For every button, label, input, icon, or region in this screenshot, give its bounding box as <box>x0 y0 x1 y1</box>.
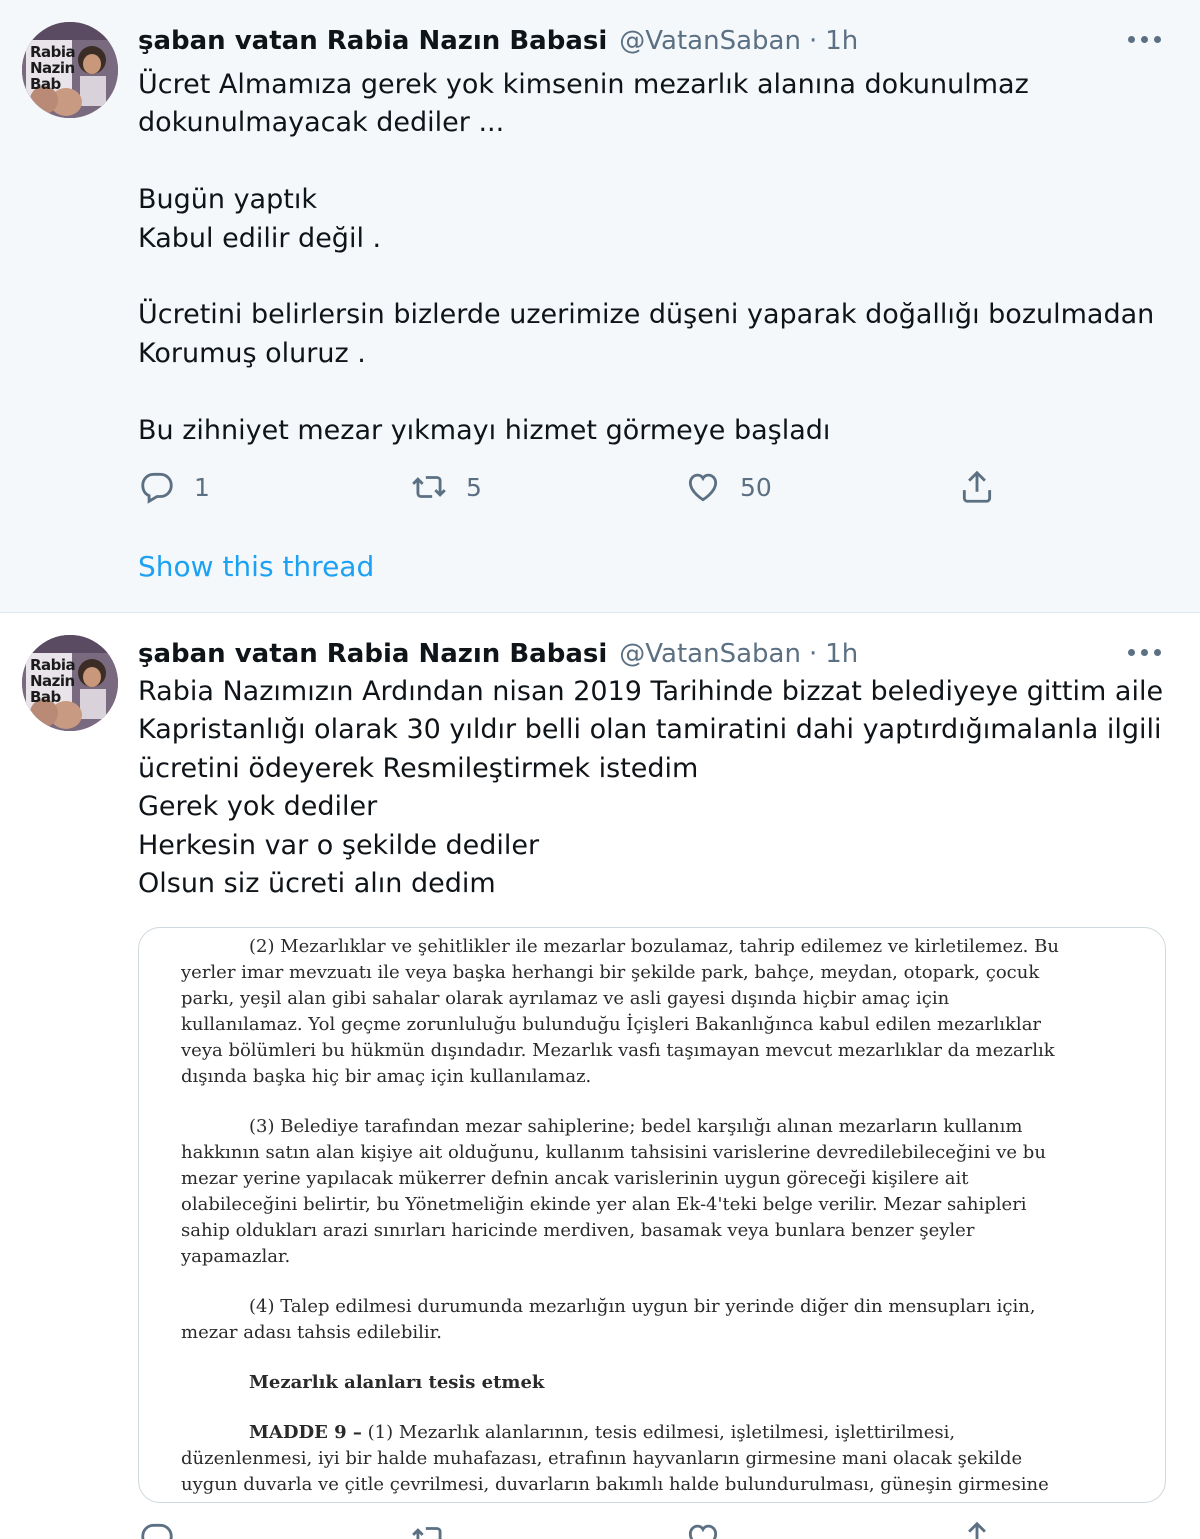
tweet-actions: 1 5 50 <box>138 466 1038 508</box>
document-line: (4) Talep edilmesi durumunda mezarlığın … <box>249 1296 1036 1317</box>
timestamp[interactable]: 1h <box>825 26 858 56</box>
document-heading: Mezarlık alanları tesis etmek <box>249 1372 545 1393</box>
reply-button[interactable]: 1 <box>138 466 210 508</box>
tweet-text-line: Olsun siz ücreti alın dedim <box>138 868 496 900</box>
avatar-caption-line: Rabia <box>30 43 76 61</box>
reply-button[interactable] <box>138 1519 176 1539</box>
tweet[interactable]: Rabia Nazin Bab şaban vatan Rabia Nazın … <box>0 0 1200 612</box>
document-line: mezar yerine yapılacak mükerrer defnin a… <box>181 1168 969 1189</box>
tweet-text-line: Kapristanlığı olarak 30 yıldır belli ola… <box>138 714 1162 746</box>
header-separator: · <box>808 639 818 669</box>
like-icon <box>688 473 718 502</box>
tweet-actions <box>138 1519 1038 1539</box>
share-icon <box>968 1521 986 1539</box>
document-line: sahip oldukları arazi sınırları haricind… <box>181 1220 975 1241</box>
avatar[interactable]: Rabia Nazin Bab <box>22 635 118 731</box>
retweet-icon <box>412 1527 442 1539</box>
avatar-caption-line: Bab <box>30 75 61 93</box>
show-thread-link[interactable]: Show this thread <box>138 550 374 583</box>
document-line: yerler imar mevzuatı ile veya başka herh… <box>181 962 1040 983</box>
retweet-button[interactable]: 5 <box>410 466 482 508</box>
avatar-caption-line: Bab <box>30 688 61 706</box>
article-label: MADDE 9 – <box>249 1422 362 1443</box>
tweet-header: şaban vatan Rabia Nazın Babasi @VatanSab… <box>138 639 858 675</box>
document-line: parkı, yeşil alan gibi sahalar olarak ay… <box>181 988 950 1009</box>
document-line: düzenlenmesi, iyi bir halde muhafazası, … <box>181 1448 1023 1469</box>
author-handle[interactable]: @VatanSaban <box>619 26 801 56</box>
document-line: dışında başka hiç bir amaç için kullanıl… <box>181 1066 592 1087</box>
retweet-icon <box>412 476 446 498</box>
tweet-header: şaban vatan Rabia Nazın Babasi @VatanSab… <box>138 26 858 62</box>
document-text: (2) Mezarlıklar ve şehitlikler ile mezar… <box>181 934 1111 1498</box>
avatar-caption-line: Rabia <box>30 656 76 674</box>
share-button[interactable] <box>958 466 996 508</box>
document-line: (2) Mezarlıklar ve şehitlikler ile mezar… <box>249 936 1059 957</box>
tweet[interactable]: Rabia Nazin Bab şaban vatan Rabia Nazın … <box>0 613 1200 1539</box>
like-button[interactable]: 50 <box>684 466 772 508</box>
tweet-text-line: Gerek yok dediler <box>138 791 378 823</box>
avatar-caption: Rabia Nazin Bab <box>30 44 80 92</box>
like-button[interactable] <box>684 1519 722 1539</box>
retweet-button[interactable] <box>410 1519 448 1539</box>
more-icon[interactable] <box>1128 647 1162 659</box>
document-line: veya bölümleri bu hükmün dışındadır. Mez… <box>181 1040 1055 1061</box>
avatar-caption-line: Nazin <box>30 59 75 77</box>
reply-icon <box>141 472 173 504</box>
timestamp[interactable]: 1h <box>825 639 858 669</box>
tweet-text-line: Bu zihniyet mezar yıkmayı hizmet görmeye… <box>138 414 831 446</box>
like-count: 50 <box>740 472 772 502</box>
document-line: kullanılamaz. Yol geçme zorunluluğu bulu… <box>181 1014 1042 1035</box>
tweet-text: Rabia Nazımızın Ardından nisan 2019 Tari… <box>138 673 1178 903</box>
document-line: uygun duvarla ve çitle çevrilmesi, duvar… <box>181 1474 1049 1495</box>
tweet-text: Ücret Almamıza gerek yok kimsenin mezarl… <box>138 66 1178 450</box>
author-name[interactable]: şaban vatan Rabia Nazın Babasi <box>138 26 607 56</box>
reply-count: 1 <box>194 472 210 502</box>
document-line: MADDE 9 – (1) Mezarlık alanlarının, tesi… <box>181 1420 1111 1446</box>
tweet-text-line: Ücret Almamıza gerek yok kimsenin mezarl… <box>138 69 1029 100</box>
tweet-text-line: dokunulmayacak dediler ... <box>138 107 505 139</box>
avatar[interactable]: Rabia Nazin Bab <box>22 22 118 118</box>
avatar-caption-line: Nazin <box>30 672 75 690</box>
tweet-text-line: Ücretini belirlersin bizlerde uzerimize … <box>138 299 1155 331</box>
document-line: hakkının satın alan kişiye ait olduğunu,… <box>181 1142 1046 1163</box>
tweet-text-line: ücretini ödeyerek Resmileştirmek istedim <box>138 752 699 784</box>
like-icon <box>688 1524 718 1539</box>
tweet-text-line: Bugün yaptık <box>138 184 317 216</box>
more-icon[interactable] <box>1128 34 1162 46</box>
tweet-text-line: Rabia Nazımızın Ardından nisan 2019 Tari… <box>138 676 1164 707</box>
share-button[interactable] <box>958 1519 996 1539</box>
tweet-text-line: Korumuş oluruz . <box>138 337 366 369</box>
reply-icon <box>141 1523 173 1539</box>
author-name[interactable]: şaban vatan Rabia Nazın Babasi <box>138 639 607 669</box>
document-line: yapamazlar. <box>181 1246 291 1267</box>
share-icon <box>962 470 992 503</box>
document-line-text: (1) Mezarlık alanlarının, tesis edilmesi… <box>367 1422 956 1443</box>
attached-document-image[interactable]: (2) Mezarlıklar ve şehitlikler ile mezar… <box>138 927 1166 1503</box>
header-separator: · <box>808 26 818 56</box>
author-handle[interactable]: @VatanSaban <box>619 639 801 669</box>
retweet-count: 5 <box>466 472 482 502</box>
avatar-caption: Rabia Nazin Bab <box>30 657 80 705</box>
tweet-text-line: Herkesin var o şekilde dediler <box>138 829 540 861</box>
document-line: olabileceğini belirtir, bu Yönetmeliğin … <box>181 1194 1027 1215</box>
document-line: (3) Belediye tarafından mezar sahiplerin… <box>249 1116 1023 1137</box>
document-line: mezar adası tahsis edilebilir. <box>181 1322 442 1343</box>
tweet-text-line: Kabul edilir değil . <box>138 222 382 254</box>
